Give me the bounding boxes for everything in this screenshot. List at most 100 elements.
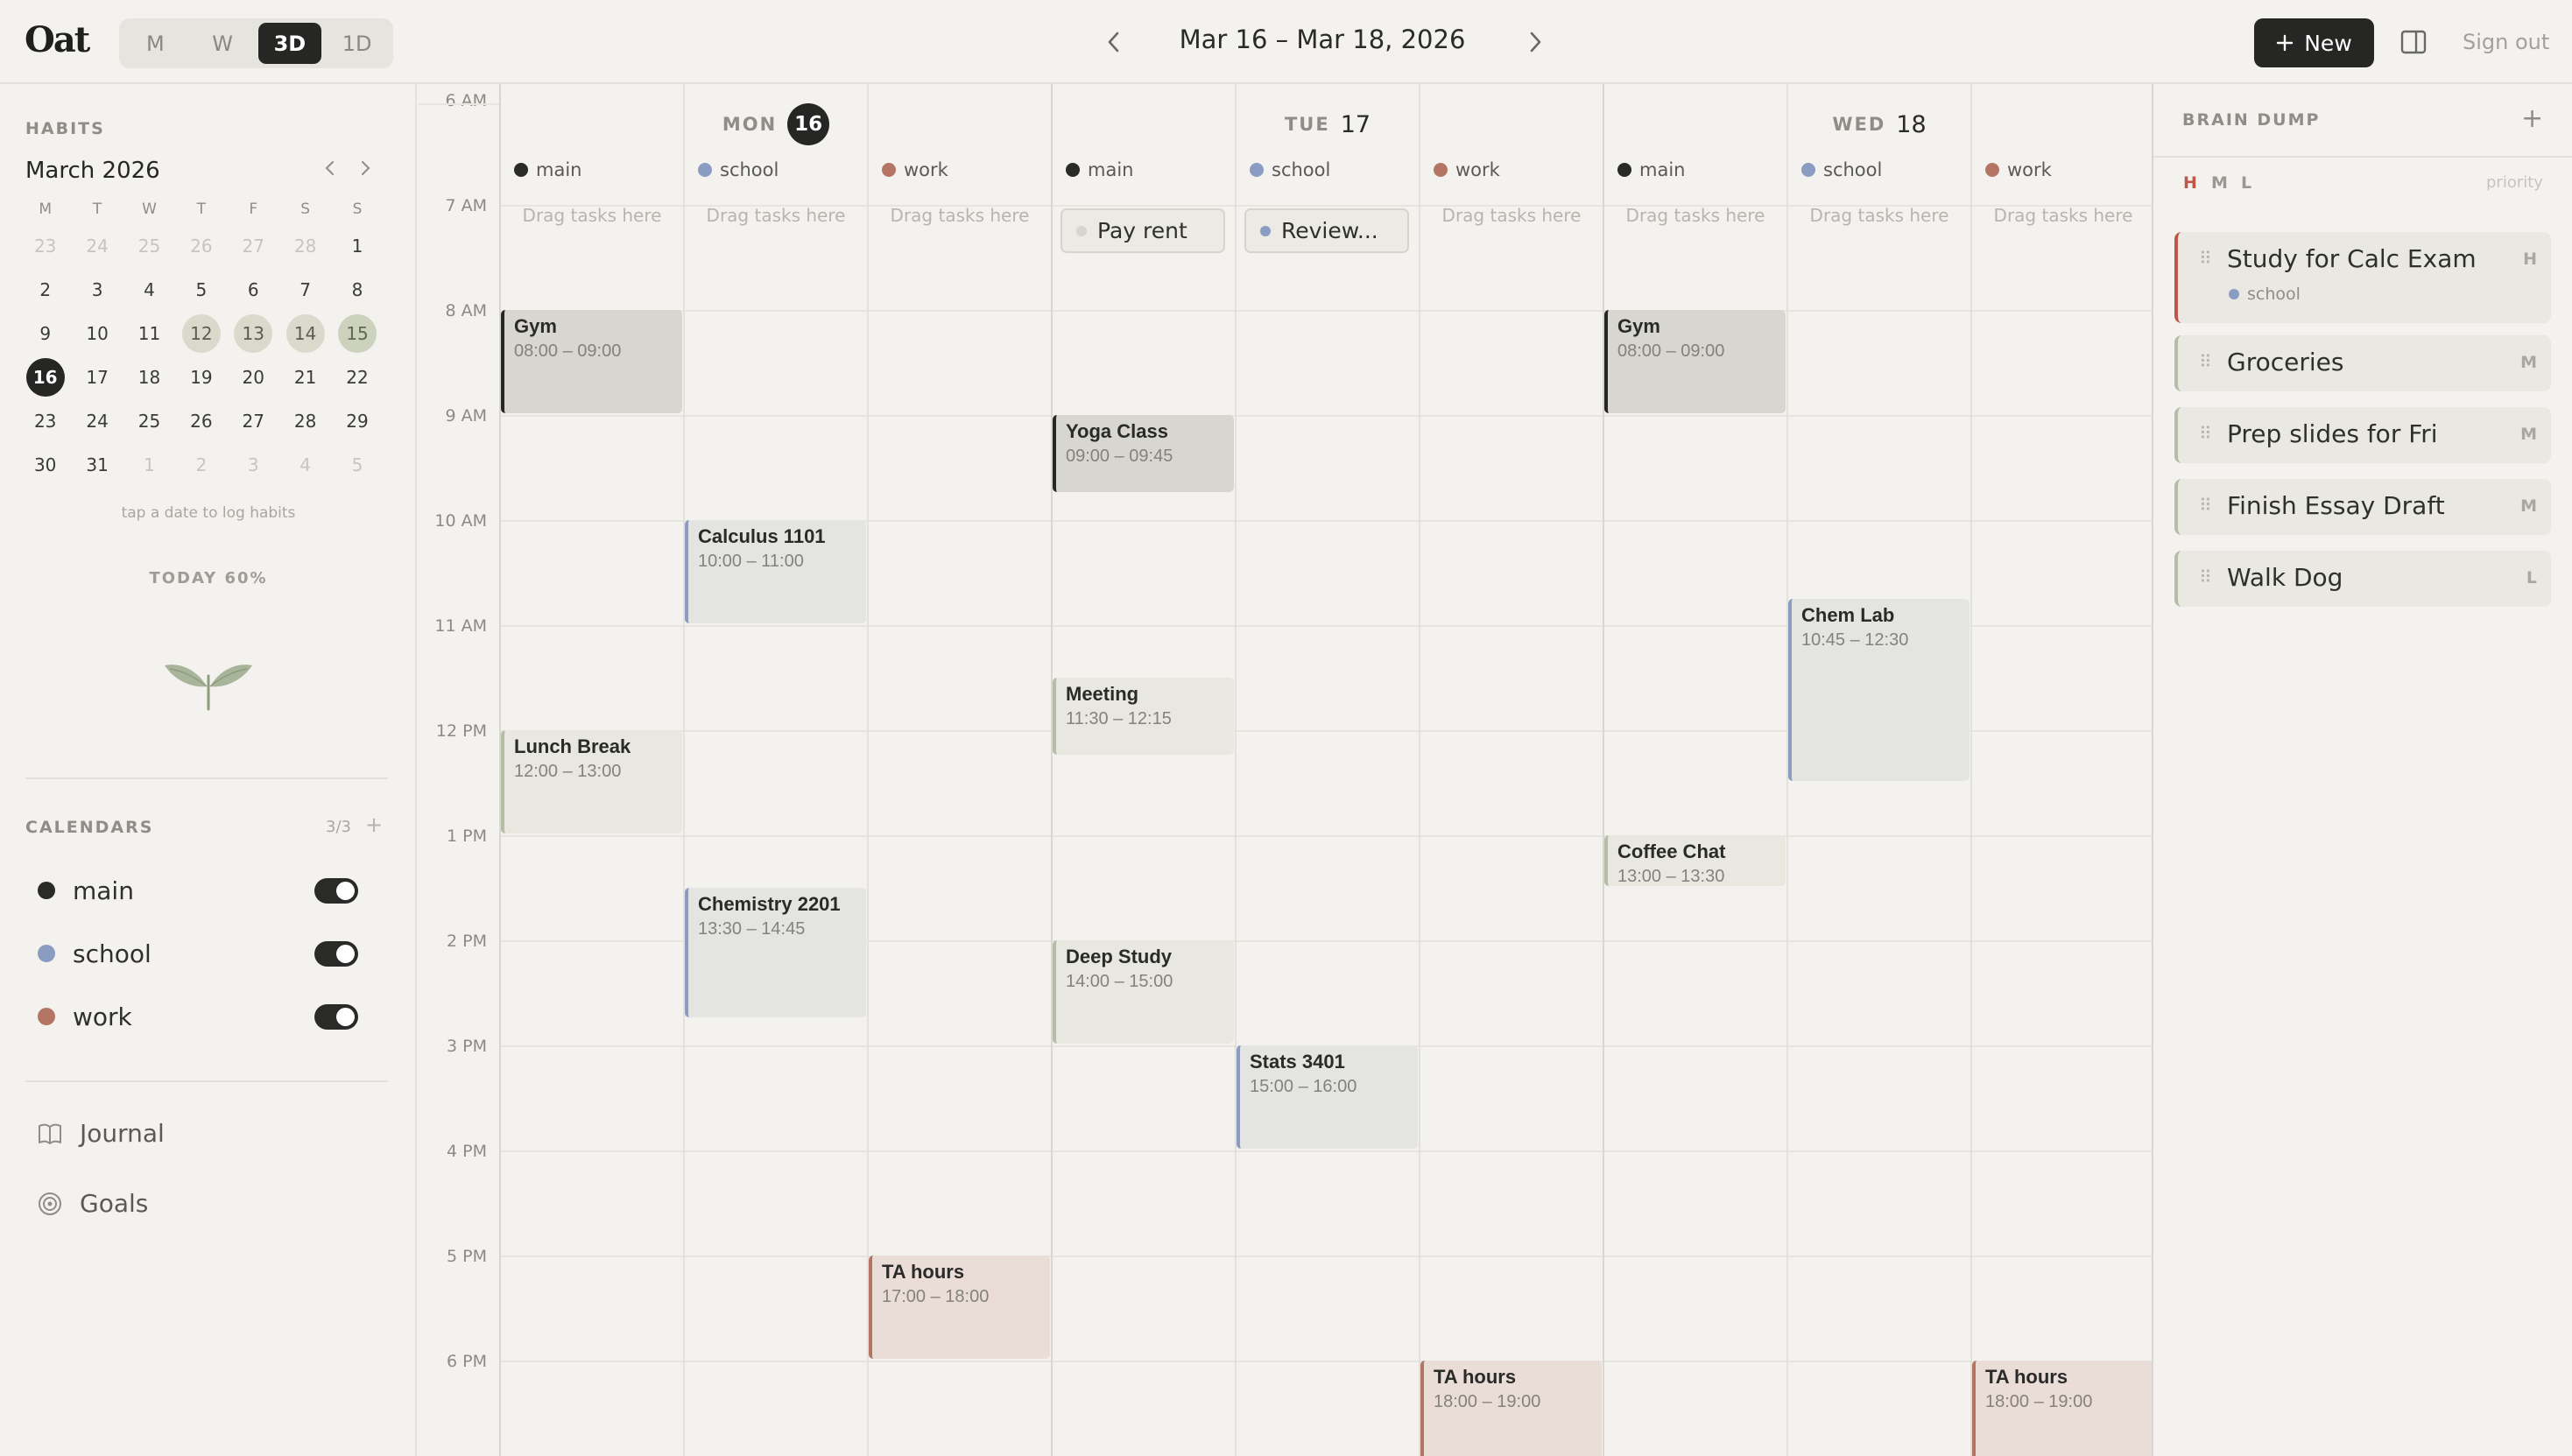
drag-handle-icon[interactable]: ⠿ — [2199, 423, 2212, 444]
mini-calendar-day[interactable]: 28 — [279, 402, 331, 440]
calendar-toggle[interactable] — [314, 877, 358, 904]
calendar-toggle[interactable] — [314, 940, 358, 967]
mini-calendar-day[interactable]: 5 — [331, 446, 383, 484]
drop-zone-hint[interactable]: Drag tasks here — [500, 205, 684, 231]
mini-calendar-day-habit[interactable]: 13 — [228, 314, 279, 353]
add-brain-dump-button[interactable]: + — [2521, 103, 2543, 134]
calendar-event[interactable]: Calculus 1101 10:00 – 11:00 — [685, 520, 866, 623]
drop-zone-hint[interactable]: Drag tasks here — [1971, 205, 2152, 231]
calendar-event[interactable]: TA hours 18:00 – 19:00 — [1972, 1361, 2152, 1456]
mini-calendar-day-habit[interactable]: 14 — [279, 314, 331, 353]
drop-zone-hint[interactable]: Drag tasks here — [1420, 205, 1603, 231]
mini-calendar-day[interactable]: 23 — [19, 227, 71, 265]
drop-zone-hint[interactable]: Drag tasks here — [1603, 205, 1787, 231]
mini-calendar-day[interactable]: 3 — [71, 271, 123, 309]
brain-dump-item[interactable]: ⠿ Finish Essay Draft M — [2174, 479, 2551, 535]
mini-calendar-day[interactable]: 20 — [228, 358, 279, 397]
brain-dump-item[interactable]: ⠿ Prep slides for Fri M — [2174, 407, 2551, 463]
mini-calendar-day[interactable]: 22 — [331, 358, 383, 397]
calendar-event[interactable]: Deep Study 14:00 – 15:00 — [1053, 940, 1234, 1044]
all-day-task[interactable]: Review... — [1244, 208, 1409, 253]
mini-calendar-day[interactable]: 24 — [71, 227, 123, 265]
calendar-event[interactable]: Yoga Class 09:00 – 09:45 — [1053, 415, 1234, 492]
brain-dump-item[interactable]: ⠿ Study for Calc Exam H school — [2174, 232, 2551, 323]
toggle-panel-button[interactable] — [2396, 25, 2431, 60]
mini-calendar-day[interactable]: 18 — [123, 358, 175, 397]
mini-calendar-day[interactable]: 7 — [279, 271, 331, 309]
mini-calendar-today[interactable]: 16 — [19, 358, 71, 397]
mini-calendar-day[interactable]: 17 — [71, 358, 123, 397]
mini-calendar-next-button[interactable] — [359, 159, 371, 180]
calendar-row-school[interactable]: school — [25, 932, 388, 975]
calendar-event[interactable]: Gym 08:00 – 09:00 — [501, 310, 682, 413]
app-logo[interactable]: Oat — [25, 19, 90, 60]
mini-calendar-day[interactable]: 30 — [19, 446, 71, 484]
priority-filter-low[interactable]: L — [2241, 173, 2251, 193]
journal-link[interactable]: Journal — [38, 1119, 165, 1148]
add-calendar-button[interactable]: + — [365, 812, 383, 837]
mini-calendar-day-habit[interactable]: 12 — [175, 314, 227, 353]
calendar-event[interactable]: TA hours 18:00 – 19:00 — [1420, 1361, 1602, 1456]
mini-calendar-day[interactable]: 5 — [175, 271, 227, 309]
day-header-mon[interactable]: MON 16 — [500, 100, 1052, 149]
calendar-row-main[interactable]: main — [25, 869, 388, 912]
calendar-toggle[interactable] — [314, 1003, 358, 1030]
mini-calendar-day[interactable]: 4 — [123, 271, 175, 309]
mini-calendar-day[interactable]: 27 — [228, 227, 279, 265]
brain-dump-item[interactable]: ⠿ Walk Dog L — [2174, 551, 2551, 607]
mini-calendar-day[interactable]: 19 — [175, 358, 227, 397]
drag-handle-icon[interactable]: ⠿ — [2199, 495, 2212, 516]
calendar-event[interactable]: Chemistry 2201 13:30 – 14:45 — [685, 888, 866, 1017]
calendar-event[interactable]: Meeting 11:30 – 12:15 — [1053, 678, 1234, 755]
mini-calendar-day[interactable]: 8 — [331, 271, 383, 309]
sort-by-priority[interactable]: priority — [2486, 173, 2543, 192]
sign-out-link[interactable]: Sign out — [2463, 30, 2549, 54]
view-3day-button[interactable]: 3D — [257, 23, 322, 64]
mini-calendar-day[interactable]: 27 — [228, 402, 279, 440]
mini-calendar-day[interactable]: 3 — [228, 446, 279, 484]
view-1day-button[interactable]: 1D — [325, 23, 389, 64]
mini-calendar-day[interactable]: 29 — [331, 402, 383, 440]
mini-calendar-day[interactable]: 26 — [175, 402, 227, 440]
mini-calendar-day[interactable]: 1 — [331, 227, 383, 265]
mini-calendar-day[interactable]: 6 — [228, 271, 279, 309]
calendar-event[interactable]: Stats 3401 15:00 – 16:00 — [1237, 1045, 1418, 1149]
calendar-event[interactable]: Gym 08:00 – 09:00 — [1604, 310, 1786, 413]
goals-link[interactable]: Goals — [38, 1189, 148, 1218]
mini-calendar-day[interactable]: 1 — [123, 446, 175, 484]
mini-calendar-day[interactable]: 2 — [19, 271, 71, 309]
drop-zone-hint[interactable]: Drag tasks here — [684, 205, 868, 231]
view-month-button[interactable]: M — [123, 23, 187, 64]
view-week-button[interactable]: W — [191, 23, 255, 64]
mini-calendar-day[interactable]: 31 — [71, 446, 123, 484]
drag-handle-icon[interactable]: ⠿ — [2199, 566, 2212, 587]
drop-zone-hint[interactable]: Drag tasks here — [868, 205, 1052, 231]
mini-calendar-day[interactable]: 9 — [19, 314, 71, 353]
calendar-event[interactable]: Chem Lab 10:45 – 12:30 — [1788, 599, 1970, 781]
all-day-task[interactable]: Pay rent — [1061, 208, 1225, 253]
mini-calendar-day[interactable]: 25 — [123, 402, 175, 440]
drag-handle-icon[interactable]: ⠿ — [2199, 351, 2212, 372]
mini-calendar-day[interactable]: 24 — [71, 402, 123, 440]
mini-calendar-day[interactable]: 11 — [123, 314, 175, 353]
mini-calendar-day[interactable]: 23 — [19, 402, 71, 440]
mini-calendar-prev-button[interactable] — [324, 159, 336, 180]
calendar-row-work[interactable]: work — [25, 995, 388, 1038]
mini-calendar-day[interactable]: 2 — [175, 446, 227, 484]
mini-calendar-day-habit[interactable]: 15 — [331, 314, 383, 353]
calendar-event[interactable]: Coffee Chat 13:00 – 13:30 — [1604, 835, 1786, 886]
day-header-wed[interactable]: WED 18 — [1603, 100, 2152, 149]
new-button[interactable]: New — [2254, 18, 2374, 67]
drag-handle-icon[interactable]: ⠿ — [2199, 248, 2212, 269]
mini-calendar-day[interactable]: 4 — [279, 446, 331, 484]
mini-calendar-day[interactable]: 21 — [279, 358, 331, 397]
priority-filter-high[interactable]: H — [2183, 173, 2197, 193]
brain-dump-item[interactable]: ⠿ Groceries M — [2174, 335, 2551, 391]
priority-filter-medium[interactable]: M — [2211, 173, 2228, 193]
mini-calendar-day[interactable]: 26 — [175, 227, 227, 265]
drop-zone-hint[interactable]: Drag tasks here — [1787, 205, 1971, 231]
mini-calendar-day[interactable]: 25 — [123, 227, 175, 265]
day-header-tue[interactable]: TUE 17 — [1052, 100, 1603, 149]
mini-calendar-day[interactable]: 28 — [279, 227, 331, 265]
mini-calendar-day[interactable]: 10 — [71, 314, 123, 353]
